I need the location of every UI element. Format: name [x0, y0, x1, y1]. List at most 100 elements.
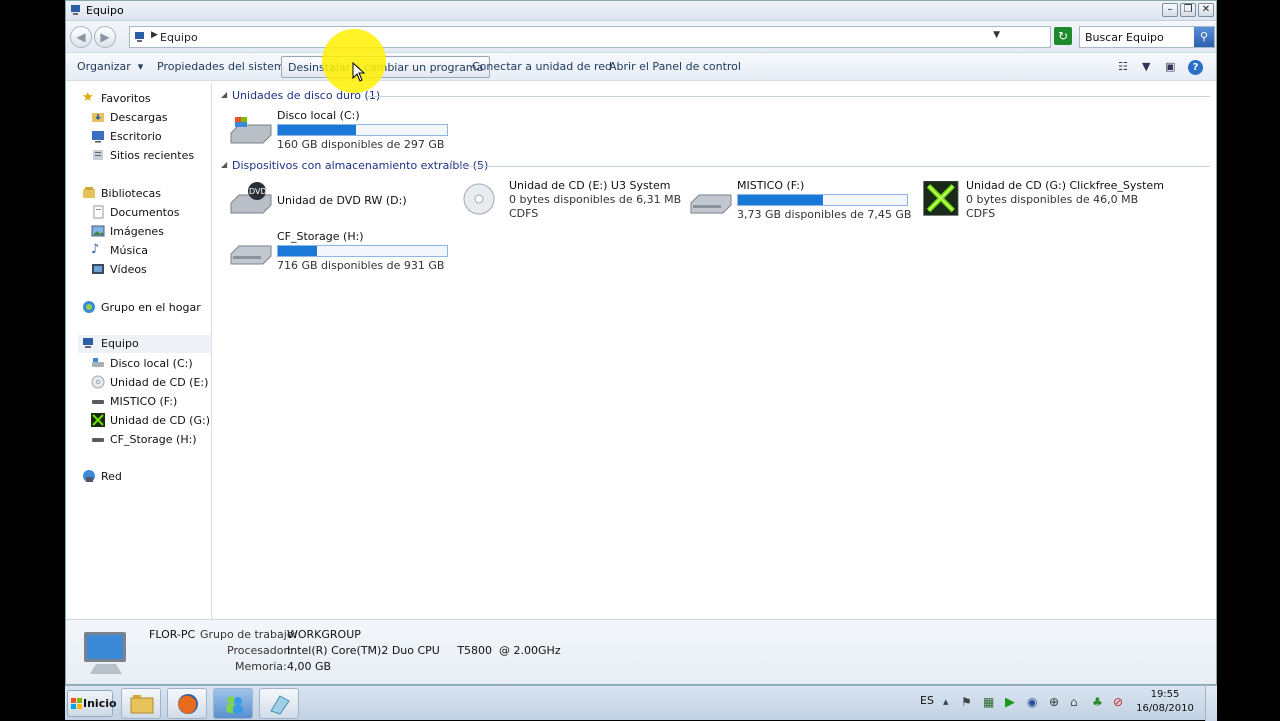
sidebar-item-mistico-f[interactable]: MISTICO (F:) — [91, 393, 210, 411]
music-icon: ♪ — [91, 242, 100, 257]
hard-disk-icon — [92, 358, 104, 367]
videos-icon — [92, 264, 104, 274]
open-control-panel-button[interactable]: Abrir el Panel de control — [609, 60, 741, 73]
windows-logo-icon — [71, 698, 82, 709]
address-bar[interactable]: ▶ Equipo ▼ — [129, 26, 1051, 48]
downloads-folder-icon — [92, 113, 104, 122]
network-tray-icon[interactable]: ▦ — [983, 695, 997, 709]
content-pane: ◢ Unidades de disco duro (1) Disco local… — [213, 82, 1216, 619]
svg-text:DVD: DVD — [249, 187, 267, 196]
breadcrumb-arrow-icon[interactable]: ▶ — [151, 30, 158, 40]
sidebar-item-equipo[interactable]: Equipo — [78, 335, 211, 353]
play-icon[interactable]: ▶ — [1005, 695, 1019, 710]
taskbar-firefox[interactable] — [167, 688, 207, 719]
view-options-chevron-icon[interactable]: ▼ — [1142, 60, 1150, 73]
breadcrumb-equipo[interactable]: Equipo — [160, 31, 198, 44]
drive-g[interactable]: Unidad de CD (G:) Clickfree_System 0 byt… — [918, 179, 1164, 225]
taskbar-explorer[interactable] — [121, 688, 161, 719]
navigation-pane: ★ Favoritos Descargas Escritorio Sitios … — [66, 82, 212, 619]
group-header-hard-disks[interactable]: ◢ Unidades de disco duro (1) — [221, 89, 380, 103]
bluetooth-icon[interactable]: ◉ — [1027, 695, 1041, 709]
collapse-triangle-icon[interactable]: ◢ — [221, 160, 227, 169]
sidebar-item-sitios-recientes[interactable]: Sitios recientes — [91, 147, 210, 165]
sidebar-item-videos[interactable]: Vídeos — [91, 261, 210, 279]
firefox-icon — [178, 694, 198, 714]
usb-drive-icon — [92, 438, 104, 442]
computer-icon — [84, 632, 126, 674]
language-indicator[interactable]: ES — [920, 694, 934, 707]
sidebar-item-disco-local-c[interactable]: Disco local (C:) — [91, 355, 210, 373]
show-hidden-icons-icon[interactable]: ▴ — [943, 695, 957, 709]
drive-h-usage-fill — [278, 246, 317, 256]
computer-icon — [135, 32, 144, 42]
search-icon[interactable]: ⚲ — [1194, 27, 1214, 47]
window-title: Equipo — [86, 4, 124, 17]
back-button[interactable]: ◀ — [70, 26, 92, 48]
sidebar-item-imagenes[interactable]: Imágenes — [91, 223, 210, 241]
drive-c-usage-fill — [278, 125, 356, 135]
drive-h-usage-bar — [277, 245, 448, 257]
sidebar-item-favoritos[interactable]: ★ Favoritos — [82, 90, 210, 108]
collapse-triangle-icon[interactable]: ◢ — [221, 90, 227, 99]
help-icon[interactable]: ? — [1188, 60, 1203, 75]
minimize-button[interactable]: – — [1162, 3, 1178, 17]
cpu-label: Procesador: — [227, 644, 292, 657]
group-header-removable[interactable]: ◢ Dispositivos con almacenamiento extraí… — [221, 159, 488, 173]
close-button[interactable]: ✕ — [1198, 3, 1214, 17]
forward-button[interactable]: ▶ — [94, 26, 116, 48]
drive-e[interactable]: Unidad de CD (E:) U3 System 0 bytes disp… — [461, 179, 687, 225]
memory-value: 4,00 GB — [287, 660, 332, 673]
sidebar-item-cf-storage-h[interactable]: CF_Storage (H:) — [91, 431, 210, 449]
sidebar-item-cd-g[interactable]: Unidad de CD (G:) Clickfree_System — [91, 412, 210, 430]
favorites-star-icon: ★ — [82, 90, 94, 105]
drive-f[interactable]: MISTICO (F:) 3,73 GB disponibles de 7,45… — [689, 179, 915, 225]
change-view-icon[interactable]: ☷ — [1118, 60, 1128, 73]
drive-c-usage-bar — [277, 124, 448, 136]
action-center-flag-icon[interactable]: ⚑ — [961, 695, 975, 709]
sidebar-item-cd-e[interactable]: Unidad de CD (E:) U3 System — [91, 374, 210, 392]
system-properties-button[interactable]: Propiedades del sistema — [157, 60, 291, 73]
cd-icon — [91, 375, 105, 389]
taskbar-app[interactable] — [259, 688, 299, 719]
computer-name: FLOR-PC — [149, 628, 196, 641]
sidebar-item-escritorio[interactable]: Escritorio — [91, 128, 210, 146]
cpu-value: Intel(R) Core(TM)2 Duo CPU T5800 @ 2.00G… — [287, 644, 561, 657]
messenger-tray-icon[interactable]: ♣ — [1092, 695, 1106, 709]
sidebar-item-bibliotecas[interactable]: Bibliotecas — [82, 185, 210, 203]
cd-icon — [463, 183, 495, 215]
preview-pane-icon[interactable]: ▣ — [1165, 60, 1175, 73]
network-icon — [83, 470, 95, 482]
address-bar-area: ◀ ▶ ▶ Equipo ▼ ↻ Buscar Equipo ⚲ — [66, 21, 1216, 53]
sidebar-item-documentos[interactable]: Documentos — [91, 204, 210, 222]
refresh-icon[interactable]: ↻ — [1054, 27, 1072, 45]
sidebar-item-red[interactable]: Red — [82, 468, 210, 486]
organize-button[interactable]: Organizar ▾ — [77, 60, 143, 73]
pictures-icon — [91, 225, 105, 237]
chevron-down-icon: ▾ — [137, 60, 144, 73]
drive-d[interactable]: DVD Unidad de DVD RW (D:) — [229, 179, 455, 225]
taskbar: Inicio ES ▴ ⚑ ▦ ▶ ◉ ⊕ ⌂ ♣ ⊘ 19:55 16/08/… — [65, 685, 1217, 721]
start-button[interactable]: Inicio — [67, 690, 117, 717]
drive-c[interactable]: Disco local (C:) 160 GB disponibles de 2… — [229, 109, 455, 155]
desktop-folder-icon — [92, 131, 104, 143]
map-network-drive-button[interactable]: Conectar a unidad de red — [472, 60, 612, 73]
sidebar-item-grupo-en-el-hogar[interactable]: Grupo en el hogar — [82, 299, 210, 317]
title-bar[interactable]: Equipo – ❐ ✕ — [66, 1, 1216, 21]
search-input[interactable]: Buscar Equipo ⚲ — [1079, 26, 1215, 48]
sidebar-item-musica[interactable]: ♪ Música — [91, 242, 210, 260]
sidebar-item-descargas[interactable]: Descargas — [91, 109, 210, 127]
workgroup-value: WORKGROUP — [287, 628, 361, 641]
homegroup-icon — [83, 301, 95, 313]
address-history-chevron-icon[interactable]: ▼ — [993, 30, 1000, 40]
drive-h[interactable]: CF_Storage (H:) 716 GB disponibles de 93… — [229, 230, 455, 276]
show-desktop-button[interactable] — [1205, 686, 1217, 721]
usb-drive-icon — [92, 400, 104, 404]
mouse-cursor-icon — [352, 62, 366, 82]
clock[interactable]: 19:55 16/08/2010 — [1135, 688, 1195, 716]
volume-muted-icon[interactable]: ⊘ — [1113, 695, 1127, 709]
usb-tray-icon[interactable]: ⌂ — [1070, 695, 1084, 709]
taskbar-messenger[interactable] — [213, 688, 253, 719]
update-icon[interactable]: ⊕ — [1049, 695, 1063, 709]
search-placeholder: Buscar Equipo — [1085, 31, 1164, 44]
maximize-button[interactable]: ❐ — [1180, 3, 1196, 17]
